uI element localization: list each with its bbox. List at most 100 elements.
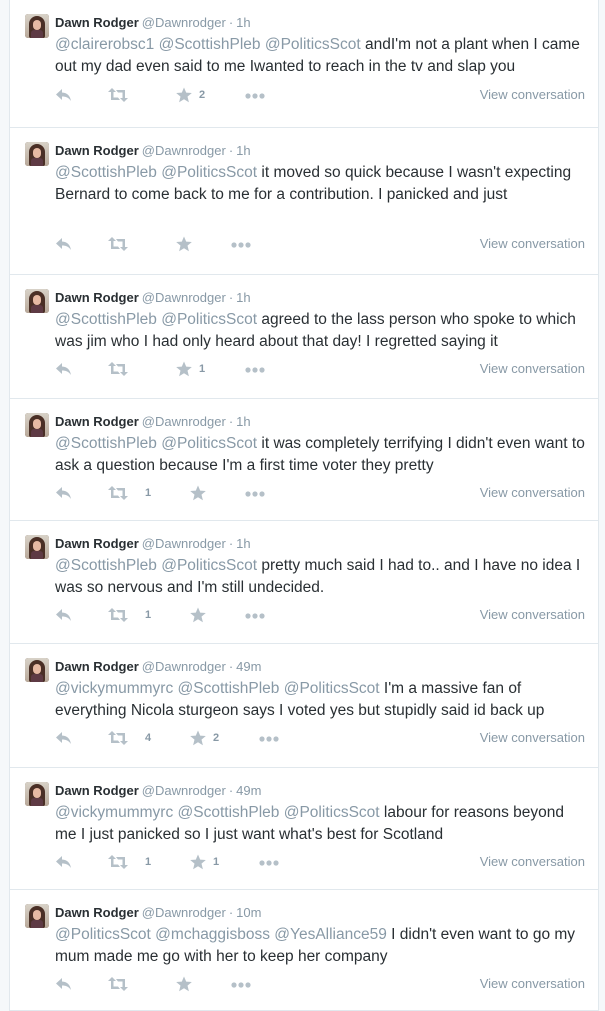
retweet-icon: [108, 608, 128, 622]
author-fullname[interactable]: Dawn Rodger: [55, 659, 139, 674]
mention-link[interactable]: @ScottishPleb: [55, 435, 157, 452]
tweet-timestamp[interactable]: 1h: [236, 143, 250, 158]
tweet: Dawn Rodger @Dawnrodger · 1h @ScottishPleb @…: [10, 399, 598, 521]
mention-link[interactable]: @mchaggisboss: [155, 926, 270, 943]
separator-dot: ·: [228, 15, 234, 30]
author-username[interactable]: @Dawnrodger: [142, 783, 226, 798]
tweet-header: Dawn Rodger @Dawnrodger · 1h: [55, 142, 251, 160]
mention-link[interactable]: @ScottishPleb: [178, 804, 280, 821]
tweet-timestamp[interactable]: 1h: [236, 536, 250, 551]
retweet-icon: [108, 237, 128, 251]
view-conversation-link[interactable]: View conversation: [480, 236, 585, 251]
mention-link[interactable]: @ScottishPleb: [178, 680, 280, 697]
reply-icon: [56, 363, 71, 375]
retweet-icon: [108, 486, 128, 500]
author-username[interactable]: @Dawnrodger: [142, 414, 226, 429]
view-conversation-link[interactable]: View conversation: [480, 854, 585, 869]
author-fullname[interactable]: Dawn Rodger: [55, 905, 139, 920]
tweet-text: @ScottishPleb @PoliticsScot it moved so …: [55, 162, 585, 206]
mention-link[interactable]: @PoliticsScot: [161, 435, 257, 452]
reply-icon: [56, 732, 71, 744]
tweet-actions: 1 1 View conversation: [55, 853, 590, 873]
tweet-text: @ScottishPleb @PoliticsScot it was compl…: [55, 433, 585, 477]
mention-link[interactable]: @PoliticsScot: [161, 311, 257, 328]
view-conversation-link[interactable]: View conversation: [480, 607, 585, 622]
mention-link[interactable]: @PoliticsScot: [161, 557, 257, 574]
mention-link[interactable]: @PoliticsScot: [284, 804, 380, 821]
view-conversation-link[interactable]: View conversation: [480, 976, 585, 991]
author-username[interactable]: @Dawnrodger: [142, 15, 226, 30]
avatar[interactable]: [25, 782, 49, 806]
star-icon: [190, 730, 206, 746]
author-fullname[interactable]: Dawn Rodger: [55, 414, 139, 429]
more-icon: [231, 982, 251, 988]
author-username[interactable]: @Dawnrodger: [142, 659, 226, 674]
mention-link[interactable]: @PoliticsScot: [265, 36, 361, 53]
author-fullname[interactable]: Dawn Rodger: [55, 143, 139, 158]
mention-link[interactable]: @PoliticsScot: [55, 926, 151, 943]
tweet-header: Dawn Rodger @Dawnrodger · 49m: [55, 782, 261, 800]
tweet-actions: 1 View conversation: [55, 360, 590, 380]
tweet-header: Dawn Rodger @Dawnrodger · 49m: [55, 658, 261, 676]
mention-link[interactable]: @clairerobsc1: [55, 36, 154, 53]
retweet-icon: [108, 977, 128, 991]
mention-link[interactable]: @PoliticsScot: [161, 164, 257, 181]
more-icon: [259, 860, 279, 866]
mention-link[interactable]: @ScottishPleb: [159, 36, 261, 53]
author-username[interactable]: @Dawnrodger: [142, 290, 226, 305]
more-icon: [245, 93, 265, 99]
author-fullname[interactable]: Dawn Rodger: [55, 290, 139, 305]
tweet-timestamp[interactable]: 1h: [236, 15, 250, 30]
favorite-count: 1: [199, 363, 206, 375]
mention-link[interactable]: @ScottishPleb: [55, 164, 157, 181]
separator-dot: ·: [228, 536, 234, 551]
author-fullname[interactable]: Dawn Rodger: [55, 783, 139, 798]
avatar[interactable]: [25, 413, 49, 437]
tweet-actions: View conversation: [55, 235, 590, 255]
tweet-timestamp[interactable]: 10m: [236, 905, 261, 920]
tweet-text: @clairerobsc1 @ScottishPleb @PoliticsSco…: [55, 34, 585, 78]
view-conversation-link[interactable]: View conversation: [480, 361, 585, 376]
reply-icon: [56, 609, 71, 621]
mention-link[interactable]: @vickymummyrc: [55, 804, 173, 821]
avatar[interactable]: [25, 142, 49, 166]
tweet-timestamp[interactable]: 1h: [236, 290, 250, 305]
author-username[interactable]: @Dawnrodger: [142, 905, 226, 920]
view-conversation-link[interactable]: View conversation: [480, 730, 585, 745]
mention-link[interactable]: @vickymummyrc: [55, 680, 173, 697]
tweet-timestamp[interactable]: 1h: [236, 414, 250, 429]
avatar[interactable]: [25, 658, 49, 682]
author-fullname[interactable]: Dawn Rodger: [55, 15, 139, 30]
tweet-text: @vickymummyrc @ScottishPleb @PoliticsSco…: [55, 802, 585, 846]
more-icon: [245, 367, 265, 373]
mention-link[interactable]: @ScottishPleb: [55, 311, 157, 328]
timeline: Dawn Rodger @Dawnrodger · 1h @clairerobsc1 @…: [9, 0, 599, 1011]
star-icon: [190, 607, 206, 623]
author-fullname[interactable]: Dawn Rodger: [55, 536, 139, 551]
reply-icon: [56, 89, 71, 101]
mention-link[interactable]: @PoliticsScot: [284, 680, 380, 697]
avatar[interactable]: [25, 535, 49, 559]
mention-link[interactable]: @YesAlliance59: [274, 926, 387, 943]
avatar[interactable]: [25, 904, 49, 928]
author-username[interactable]: @Dawnrodger: [142, 536, 226, 551]
tweet: Dawn Rodger @Dawnrodger · 49m @vickymummyrc …: [10, 644, 598, 768]
star-icon: [176, 87, 192, 103]
avatar[interactable]: [25, 14, 49, 38]
mention-link[interactable]: @ScottishPleb: [55, 557, 157, 574]
tweet-header: Dawn Rodger @Dawnrodger · 1h: [55, 535, 251, 553]
favorite-count: 1: [213, 856, 220, 868]
avatar[interactable]: [25, 289, 49, 313]
view-conversation-link[interactable]: View conversation: [480, 87, 585, 102]
author-username[interactable]: @Dawnrodger: [142, 143, 226, 158]
more-icon: [245, 613, 265, 619]
tweet-actions: 2 View conversation: [55, 86, 590, 106]
tweet-actions: 4 2 View conversation: [55, 729, 590, 749]
tweet-timestamp[interactable]: 49m: [236, 659, 261, 674]
tweet-timestamp[interactable]: 49m: [236, 783, 261, 798]
view-conversation-link[interactable]: View conversation: [480, 485, 585, 500]
retweet-icon: [108, 731, 128, 745]
retweet-count: 4: [145, 732, 152, 744]
retweet-count: 1: [145, 856, 152, 868]
star-icon: [176, 236, 192, 252]
